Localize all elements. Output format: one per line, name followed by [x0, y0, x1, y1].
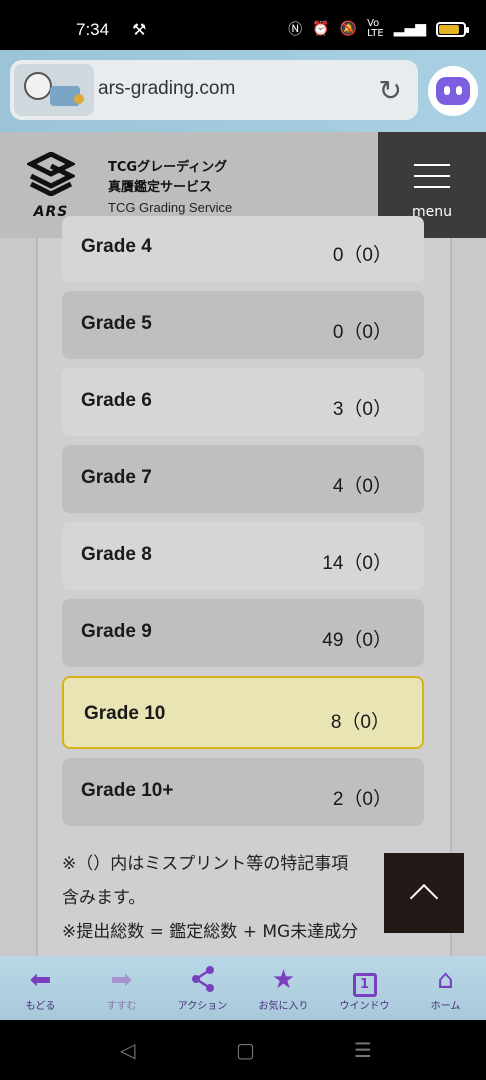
- grade-label: Grade 8: [81, 544, 152, 565]
- window-icon: 1: [326, 965, 404, 997]
- mute-icon: 🔕: [339, 21, 358, 37]
- grade-row: Grade 8 14（0）: [62, 522, 424, 590]
- status-icons: Ⓝ ⏰ 🔕 Vo LTE ▂▄▆: [288, 18, 469, 39]
- reload-icon[interactable]: ↻: [379, 74, 402, 107]
- grade-label: Grade 5: [81, 313, 152, 334]
- home-icon: ⌂: [437, 964, 454, 995]
- hammer-icon: ⚒: [132, 20, 147, 39]
- status-time: 7:34: [76, 20, 110, 39]
- nfc-icon: Ⓝ: [288, 22, 303, 38]
- nav-back-icon[interactable]: ◁: [120, 1038, 135, 1062]
- grade-row: Grade 5 0（0）: [62, 291, 424, 359]
- grade-count: 49（0）: [322, 630, 392, 651]
- assistant-icon[interactable]: [428, 66, 478, 116]
- ars-logo[interactable]: ARS: [22, 151, 80, 222]
- grade-count: 8（0）: [330, 712, 390, 733]
- address-bar[interactable]: ars-grading.com ↻: [10, 60, 418, 120]
- nav-recents-icon[interactable]: ☰: [354, 1038, 372, 1062]
- window-count: 1: [352, 972, 377, 997]
- back-button[interactable]: ⬅ もどる: [2, 965, 80, 1012]
- grade-row: Grade 7 4（0）: [62, 445, 424, 513]
- browser-toolbar: ars-grading.com ↻: [0, 50, 486, 132]
- brand-line2: 真贋鑑定サービス: [108, 180, 213, 195]
- grade-label: Grade 10: [84, 703, 166, 724]
- grade-row: Grade 4 0（0）: [62, 216, 424, 282]
- share-icon: [164, 965, 242, 995]
- theme-illustration: [14, 64, 94, 116]
- battery-icon: [436, 21, 469, 37]
- grade-label: Grade 6: [81, 390, 152, 411]
- grade-row: Grade 10+ 2（0）: [62, 758, 424, 826]
- grade-count: 0（0）: [332, 245, 392, 266]
- window-button[interactable]: 1 ウインドウ: [326, 965, 404, 1012]
- system-nav-bar: ◁ ▢ ☰: [0, 1020, 486, 1080]
- favorites-label: お気に入り: [258, 1000, 309, 1012]
- action-label: アクション: [177, 1000, 228, 1012]
- arrow-left-icon: ⬅: [29, 964, 52, 995]
- grade-row: Grade 6 3（0）: [62, 368, 424, 436]
- note-line3: ※提出総数 = 鑑定総数 + MG未達成分: [62, 922, 359, 942]
- grade-count: 14（0）: [322, 553, 392, 574]
- note-line2: 含みます。: [62, 888, 146, 908]
- grade-count: 4（0）: [332, 476, 392, 497]
- signal-icon: ▂▄▆: [393, 21, 426, 37]
- forward-button[interactable]: ➡ すすむ: [83, 965, 161, 1012]
- grade-label: Grade 10+: [81, 780, 174, 801]
- nav-home-icon[interactable]: ▢: [236, 1038, 255, 1062]
- brand-line1: TCGグレーディング: [108, 160, 228, 175]
- home-label: ホーム: [430, 1000, 461, 1012]
- grade-count: 0（0）: [332, 322, 392, 343]
- chevron-up-icon: [409, 883, 439, 913]
- ars-logo-mark-icon: [25, 151, 77, 197]
- star-icon: ★: [271, 964, 296, 995]
- url-text[interactable]: ars-grading.com: [98, 78, 235, 100]
- favorites-button[interactable]: ★ お気に入り: [245, 965, 323, 1012]
- window-label: ウインドウ: [339, 1000, 390, 1012]
- grade-label: Grade 9: [81, 621, 152, 642]
- scroll-to-top-button[interactable]: [384, 853, 464, 933]
- brand-text: TCGグレーディング 真贋鑑定サービス TCG Grading Service: [108, 158, 232, 218]
- grade-row: Grade 10 8（0）: [62, 676, 424, 749]
- note-line1: ※（）内はミスプリント等の特記事項: [62, 854, 349, 874]
- alarm-icon: ⏰: [312, 21, 330, 37]
- volte-icon: Vo LTE: [367, 18, 384, 39]
- arrow-right-icon: ➡: [110, 964, 133, 995]
- grade-label: Grade 4: [81, 236, 152, 257]
- forward-label: すすむ: [106, 1000, 137, 1012]
- grade-row: Grade 9 49（0）: [62, 599, 424, 667]
- home-button[interactable]: ⌂ ホーム: [407, 965, 485, 1012]
- action-button[interactable]: アクション: [164, 965, 242, 1012]
- back-label: もどる: [25, 1000, 56, 1012]
- grade-count: 3（0）: [332, 399, 392, 420]
- browser-bottom-toolbar: ⬅ もどる ➡ すすむ アクション ★ お気に入り 1 ウインドウ ⌂ ホーム: [0, 956, 486, 1020]
- brand-line3: TCG Grading Service: [108, 200, 233, 215]
- hamburger-icon: [414, 164, 450, 197]
- grade-count: 2（0）: [332, 789, 392, 810]
- grade-label: Grade 7: [81, 467, 152, 488]
